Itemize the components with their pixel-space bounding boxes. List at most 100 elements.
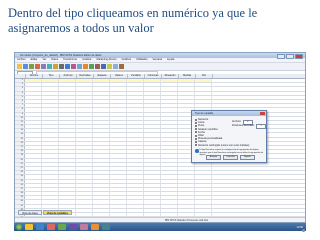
table-cell[interactable] — [93, 204, 110, 208]
table-cell[interactable] — [25, 196, 42, 200]
table-cell[interactable] — [127, 187, 144, 192]
table-cell[interactable] — [93, 79, 110, 83]
table-cell[interactable] — [178, 179, 195, 183]
table-cell[interactable] — [42, 200, 59, 204]
table-cell[interactable] — [161, 192, 178, 196]
table-cell[interactable] — [25, 137, 42, 141]
table-cell[interactable] — [178, 87, 195, 91]
table-cell[interactable] — [144, 108, 161, 112]
table-cell[interactable] — [76, 192, 93, 196]
table-cell[interactable] — [144, 104, 161, 108]
table-cell[interactable] — [178, 200, 195, 204]
table-cell[interactable] — [127, 112, 144, 116]
table-cell[interactable] — [127, 83, 144, 87]
table-cell[interactable] — [25, 200, 42, 204]
table-cell[interactable] — [76, 133, 93, 137]
table-cell[interactable] — [161, 95, 178, 99]
table-cell[interactable] — [59, 83, 76, 87]
table-cell[interactable] — [127, 146, 144, 150]
table-cell[interactable] — [42, 158, 59, 162]
row-number[interactable]: 26 — [15, 183, 25, 187]
table-cell[interactable] — [76, 175, 93, 179]
table-cell[interactable] — [161, 91, 178, 95]
table-cell[interactable] — [161, 204, 178, 208]
table-cell[interactable] — [93, 187, 110, 192]
table-cell[interactable] — [110, 171, 127, 175]
menu-item[interactable]: Datos — [51, 58, 58, 62]
table-cell[interactable] — [178, 171, 195, 175]
table-cell[interactable] — [127, 175, 144, 179]
table-cell[interactable] — [178, 104, 195, 108]
table-cell[interactable] — [42, 196, 59, 200]
table-cell[interactable] — [42, 162, 59, 166]
table-cell[interactable] — [59, 133, 76, 137]
table-cell[interactable] — [93, 87, 110, 91]
taskbar-app-icon[interactable] — [80, 224, 88, 230]
table-cell[interactable] — [127, 104, 144, 108]
table-cell[interactable] — [144, 83, 161, 87]
table-cell[interactable] — [93, 162, 110, 166]
radio-button[interactable] — [195, 134, 197, 137]
table-cell[interactable] — [178, 208, 195, 212]
table-cell[interactable] — [42, 171, 59, 175]
table-cell[interactable] — [59, 141, 76, 145]
dialog-button[interactable]: Ayuda — [240, 154, 255, 160]
table-cell[interactable] — [178, 79, 195, 83]
table-cell[interactable] — [25, 120, 42, 125]
row-number[interactable]: 23 — [15, 171, 25, 175]
variable-type-option[interactable]: Numérico restringido (entero con ceros i… — [195, 144, 249, 147]
decimals-input[interactable]: 2 — [256, 124, 267, 129]
table-cell[interactable] — [76, 150, 93, 154]
table-cell[interactable] — [93, 133, 110, 137]
toolbar-button-icon[interactable] — [71, 64, 76, 69]
table-cell[interactable] — [59, 187, 76, 192]
table-cell[interactable] — [178, 175, 195, 179]
table-cell[interactable] — [76, 99, 93, 104]
table-cell[interactable] — [42, 116, 59, 120]
table-cell[interactable] — [195, 95, 212, 99]
row-number[interactable]: 5 — [15, 95, 25, 99]
menu-item[interactable]: Utilidades — [136, 58, 147, 62]
toolbar-button-icon[interactable] — [77, 64, 82, 69]
toolbar-button-icon[interactable] — [35, 64, 40, 69]
table-cell[interactable] — [76, 196, 93, 200]
table-cell[interactable] — [25, 179, 42, 183]
table-cell[interactable] — [93, 95, 110, 99]
table-cell[interactable] — [76, 83, 93, 87]
table-cell[interactable] — [178, 166, 195, 171]
table-cell[interactable] — [144, 204, 161, 208]
menu-item[interactable]: Transformar — [63, 58, 77, 62]
table-cell[interactable] — [178, 91, 195, 95]
table-cell[interactable] — [127, 179, 144, 183]
radio-button[interactable] — [195, 124, 197, 127]
table-cell[interactable] — [178, 83, 195, 87]
row-number[interactable]: 9 — [15, 112, 25, 116]
table-cell[interactable] — [127, 87, 144, 91]
toolbar-button-icon[interactable] — [119, 64, 124, 69]
table-cell[interactable] — [127, 166, 144, 171]
table-cell[interactable] — [76, 154, 93, 158]
table-cell[interactable] — [178, 196, 195, 200]
table-cell[interactable] — [93, 146, 110, 150]
table-cell[interactable] — [110, 187, 127, 192]
table-cell[interactable] — [59, 79, 76, 83]
table-cell[interactable] — [59, 129, 76, 133]
table-cell[interactable] — [93, 120, 110, 125]
table-cell[interactable] — [127, 91, 144, 95]
table-cell[interactable] — [76, 104, 93, 108]
menu-item[interactable]: Ver — [42, 58, 46, 62]
table-cell[interactable] — [59, 175, 76, 179]
table-cell[interactable] — [178, 187, 195, 192]
table-cell[interactable] — [42, 120, 59, 125]
table-cell[interactable] — [93, 154, 110, 158]
table-cell[interactable] — [25, 150, 42, 154]
taskbar-app-icon[interactable] — [91, 224, 99, 230]
row-number[interactable]: 29 — [15, 196, 25, 200]
table-cell[interactable] — [161, 187, 178, 192]
toolbar-button-icon[interactable] — [53, 64, 58, 69]
table-cell[interactable] — [127, 200, 144, 204]
table-cell[interactable] — [42, 91, 59, 95]
table-cell[interactable] — [25, 129, 42, 133]
table-cell[interactable] — [110, 87, 127, 91]
table-cell[interactable] — [110, 99, 127, 104]
